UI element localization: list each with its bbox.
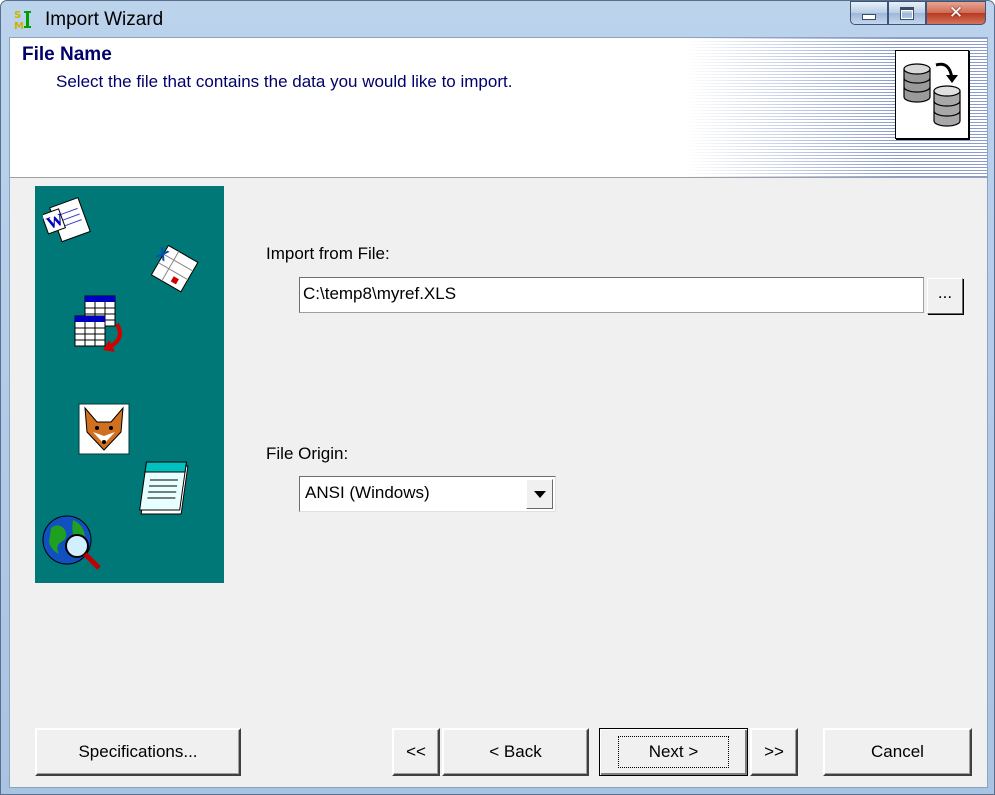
file-origin-value: ANSI (Windows): [305, 483, 430, 502]
notepad-icon: [139, 461, 189, 515]
close-icon: ✕: [948, 3, 964, 23]
browse-button[interactable]: ...: [927, 278, 963, 314]
globe-search-icon: [42, 515, 101, 570]
import-wizard-window: S M Import Wizard ✕ File Name Select the…: [0, 0, 995, 795]
dropdown-button[interactable]: [526, 479, 553, 509]
table-convert-icon: [74, 295, 122, 352]
wizard-side-panel: W X: [35, 186, 224, 583]
app-icon: S M: [14, 10, 31, 31]
word-doc-icon: W: [43, 196, 91, 243]
next-focus-rect: Next >: [617, 736, 730, 768]
minimize-button[interactable]: [850, 1, 888, 25]
cancel-button[interactable]: Cancel: [823, 728, 972, 776]
database-convert-icon: [895, 50, 969, 139]
first-page-button[interactable]: <<: [392, 728, 440, 776]
close-button[interactable]: ✕: [926, 1, 986, 25]
specifications-button[interactable]: Specifications...: [35, 728, 241, 776]
cancel-label: Cancel: [871, 742, 924, 761]
maximize-icon: [900, 6, 914, 20]
last-page-button[interactable]: >>: [750, 728, 798, 776]
first-page-label: <<: [406, 742, 426, 761]
back-button[interactable]: < Back: [442, 728, 589, 776]
svg-text:S: S: [14, 10, 21, 21]
next-label: Next >: [648, 742, 699, 761]
caption-buttons: ✕: [850, 1, 986, 27]
page-subtitle: Select the file that contains the data y…: [56, 72, 513, 91]
maximize-button[interactable]: [888, 1, 926, 25]
back-label: < Back: [489, 742, 542, 761]
import-from-file-label: Import from File:: [266, 244, 390, 263]
import-file-input[interactable]: C:\temp8\myref.XLS: [299, 277, 924, 313]
foxpro-icon: [78, 403, 130, 455]
window-title: Import Wizard: [45, 9, 164, 30]
page-title: File Name: [22, 44, 112, 65]
title-bar[interactable]: S M Import Wizard ✕: [1, 1, 994, 37]
svg-text:M: M: [14, 21, 24, 31]
excel-doc-icon: X: [150, 244, 199, 293]
wizard-header: File Name Select the file that contains …: [10, 38, 987, 178]
dialog-client-area: File Name Select the file that contains …: [9, 37, 988, 788]
specifications-label: Specifications...: [78, 742, 198, 761]
file-origin-select[interactable]: ANSI (Windows): [299, 476, 556, 512]
file-origin-label: File Origin:: [266, 444, 349, 463]
minimize-icon: [862, 14, 876, 20]
dropdown-arrow-icon: [533, 490, 546, 498]
last-page-label: >>: [764, 742, 784, 761]
next-button[interactable]: Next >: [599, 728, 748, 776]
